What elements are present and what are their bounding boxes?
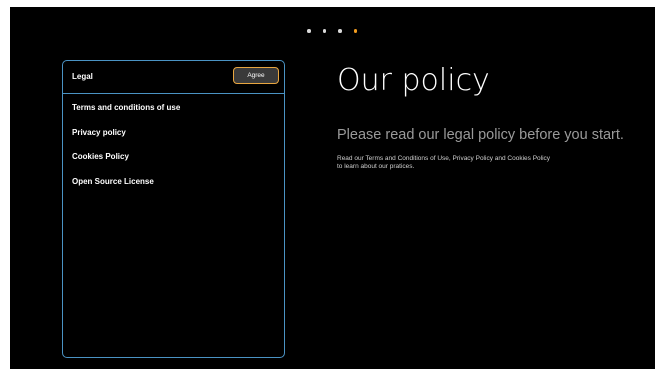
description-line: Read our Terms and Conditions of Use, Pr…	[337, 155, 551, 162]
page-dot	[322, 29, 326, 33]
page-dot-active	[353, 29, 357, 33]
legal-item-terms[interactable]: Terms and conditions of use	[72, 103, 180, 128]
page-description: Read our Terms and Conditions of Use, Pr…	[337, 155, 627, 171]
legal-panel-title: Legal	[72, 72, 93, 81]
legal-item-cookies[interactable]: Cookies Policy	[72, 152, 180, 177]
description-line: to learn about our pratices.	[337, 163, 415, 170]
legal-item-open-source[interactable]: Open Source License	[72, 177, 180, 202]
policy-screen: Legal Agree Terms and conditions of use …	[10, 7, 655, 369]
page-dot	[307, 29, 311, 33]
page-indicator	[307, 29, 357, 33]
agree-button[interactable]: Agree	[233, 67, 279, 84]
legal-panel-header: Legal Agree	[63, 61, 284, 94]
legal-panel: Legal Agree Terms and conditions of use …	[62, 60, 285, 358]
legal-item-privacy[interactable]: Privacy policy	[72, 128, 180, 153]
page-dot	[338, 29, 342, 33]
legal-menu: Terms and conditions of use Privacy poli…	[72, 103, 180, 201]
page-subtitle: Please read our legal policy before you …	[337, 127, 624, 143]
page-title: Our policy	[337, 63, 490, 98]
